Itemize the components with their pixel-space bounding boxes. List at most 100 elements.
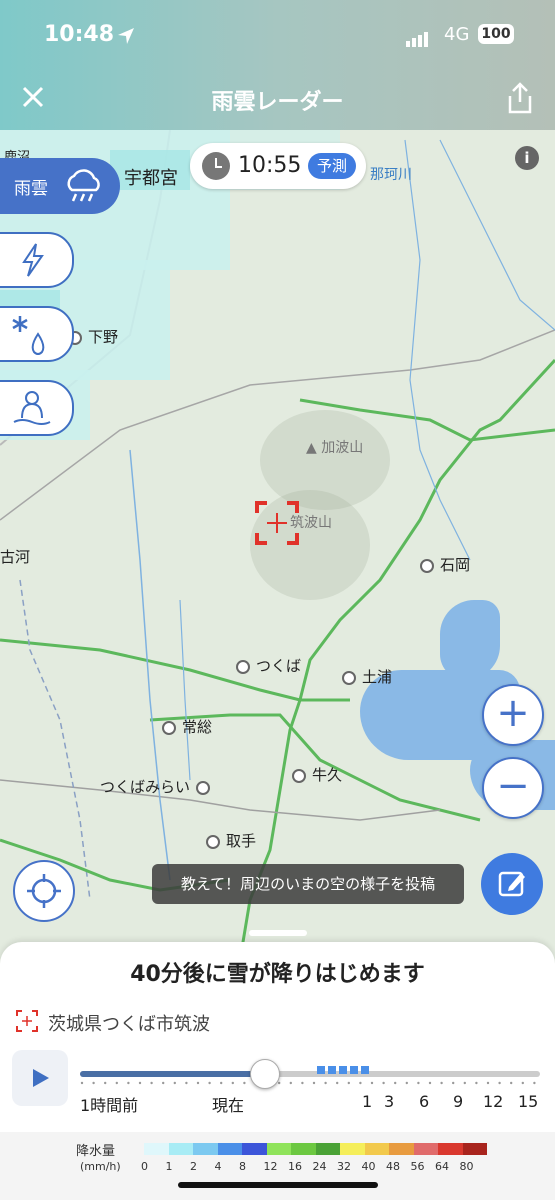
play-icon [33,1069,49,1087]
location-arrow-icon [118,28,134,44]
snow-icon [12,316,45,355]
timeline-tick [196,1081,200,1085]
timeline-label: 12 [483,1092,504,1111]
legend-value: 80 [459,1160,474,1173]
screen: 宇都宮 鹿沼 那珂川 下野 古河 ▲ 加波山 筑波山 石岡 つくば 土浦 常総 … [0,0,555,1200]
target-marker-icon [255,501,299,545]
timeline-tick [417,1081,420,1085]
place-utsunomiya: 宇都宮 [124,168,178,189]
timeline-tick [394,1081,397,1085]
info-button[interactable]: i [515,146,539,170]
timeline-tick [301,1081,304,1085]
timeline-tick [162,1081,165,1085]
timeline-tick [231,1081,234,1085]
timeline-ticks [80,1081,536,1085]
location-name: 茨城県つくば市筑波 [48,1014,210,1035]
timeline-tick [405,1081,408,1085]
legend-color-segment [217,1143,242,1155]
clock-icon [202,152,230,180]
legend-value: 24 [312,1160,327,1173]
layer-rain-label: 雨雲 [14,179,48,199]
layer-snow-button[interactable] [0,306,74,362]
timeline-tick [243,1081,246,1085]
forecast-time: 10:55 [238,153,302,178]
legend-value: 1 [165,1160,173,1173]
current-location-button[interactable] [13,860,75,922]
legend-value: 2 [190,1160,197,1173]
legend-color-segment [364,1143,389,1155]
timeline-tick [359,1081,362,1085]
legend-color-segment [462,1143,487,1155]
lightning-icon [22,243,44,277]
legend-color-segment [144,1143,169,1155]
network-type: 4G [444,24,470,45]
timeline-label: 15 [518,1092,539,1111]
timeline-tick [289,1081,292,1085]
zoom-in-button[interactable]: + [482,684,544,746]
edit-icon [498,871,525,897]
signal-icon [406,28,430,47]
timeline-tick [475,1081,478,1085]
rain-cloud-icon [67,169,100,202]
place-joso: 常総 [156,716,212,737]
legend-color-segment [438,1143,463,1155]
layer-rain-button[interactable]: 雨雲 [0,158,120,214]
battery-icon: 100 [478,24,514,44]
place-ushiku: 牛久 [286,764,342,785]
timeline-tick [150,1081,153,1085]
panel-grabber[interactable] [249,930,307,936]
legend-color-segment [266,1143,291,1155]
timeline-tick [173,1081,176,1085]
status-time: 10:48 [44,22,115,47]
timeline-label: 現在 [212,1096,245,1115]
legend-color-segment [413,1143,438,1155]
legend-value: 8 [239,1160,246,1173]
page-title: 雨雲レーダー [211,90,344,115]
timeline-tick [92,1081,95,1085]
legend-value: 48 [386,1160,400,1173]
timeline-thumb[interactable] [250,1059,280,1089]
legend-color-segment [340,1143,365,1155]
legend-color-segment [193,1143,218,1155]
timeline-tick [463,1081,466,1085]
timeline-tick [324,1081,327,1085]
layer-snow-depth-button[interactable] [0,380,74,436]
timeline-tick [533,1081,536,1085]
place-tsuchiura: 土浦 [336,666,392,687]
legend-color-segment [315,1143,340,1155]
legend-color-segment [242,1143,267,1155]
timeline-tick [80,1081,84,1085]
forecast-time-pill[interactable]: 10:55 予測 [190,143,366,189]
legend-value: 56 [410,1160,425,1173]
place-koga: 古河 [0,548,31,566]
home-indicator [178,1182,378,1188]
timeline-label: 6 [419,1092,430,1111]
post-button[interactable] [481,853,543,915]
place-tsukuba: つくば [230,655,301,676]
zoom-out-button[interactable]: − [482,757,544,819]
mountain-kabasan: ▲ 加波山 [306,440,364,456]
legend-color-segment [389,1143,414,1155]
forecast-badge: 予測 [308,153,356,179]
place-toride: 取手 [200,830,256,851]
legend-value: 4 [214,1160,222,1173]
timeline-tick [370,1081,374,1085]
timeline-tick [185,1081,188,1085]
timeline-tick [428,1081,432,1085]
timeline-tick [382,1081,385,1085]
timeline-progress [80,1071,264,1077]
timeline-tick [104,1081,107,1085]
timeline-tick [312,1081,316,1085]
timeline-label: 1 [362,1092,373,1111]
timeline-tick [115,1081,118,1085]
river-nakagawa: 那珂川 [370,167,412,183]
share-button[interactable] [504,80,536,116]
crosshair-icon [27,874,61,908]
timeline-tick [440,1081,443,1085]
layer-lightning-button[interactable] [0,232,74,288]
timeline-tick [452,1081,455,1085]
legend-unit: (mm/h) [80,1160,121,1173]
place-ishioka: 石岡 [414,554,470,575]
legend-value: 64 [435,1160,449,1173]
legend-color-segment [291,1143,316,1155]
